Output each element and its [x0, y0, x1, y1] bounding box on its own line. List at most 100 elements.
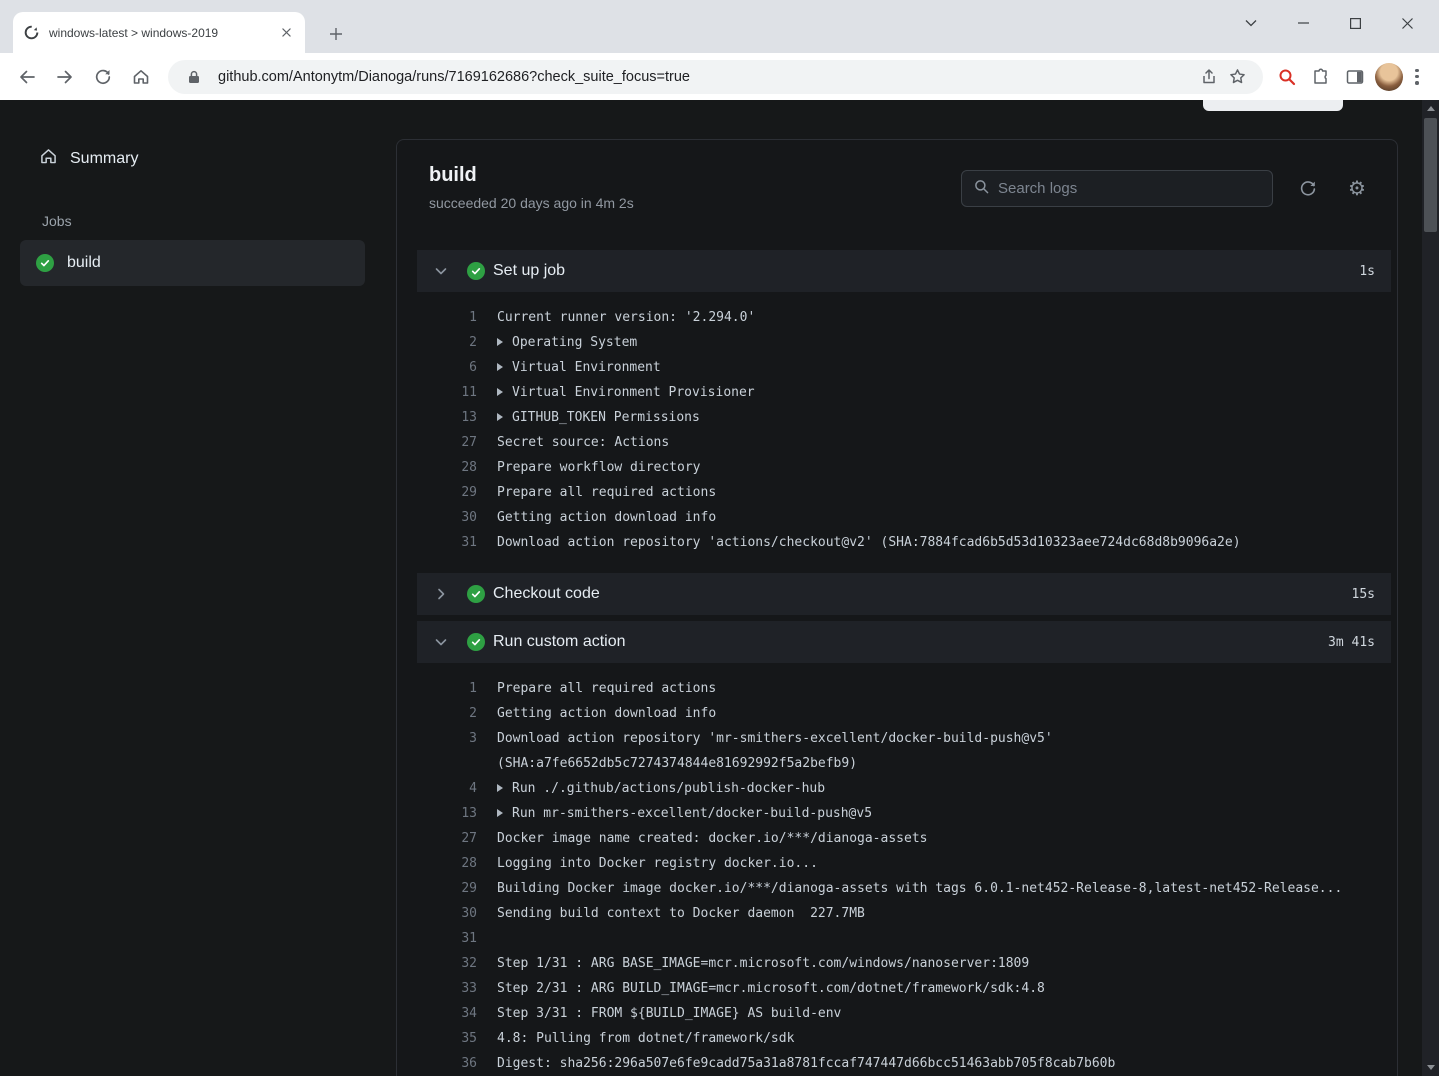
- expand-group-icon[interactable]: [497, 363, 503, 371]
- line-number[interactable]: 2: [417, 701, 477, 726]
- log-line: 30 Getting action download info: [417, 505, 1391, 530]
- line-text[interactable]: GITHUB_TOKEN Permissions: [497, 405, 700, 430]
- expand-group-icon[interactable]: [497, 809, 503, 817]
- line-number[interactable]: 31: [417, 926, 477, 951]
- browser-chrome: windows-latest > windows-2019 github.com…: [0, 0, 1439, 100]
- address-bar[interactable]: github.com/Antonytm/Dianoga/runs/7169162…: [168, 59, 1263, 94]
- line-number[interactable]: [417, 751, 477, 776]
- line-number[interactable]: 29: [417, 480, 477, 505]
- line-number[interactable]: 28: [417, 851, 477, 876]
- url-text[interactable]: github.com/Antonytm/Dianoga/runs/7169162…: [218, 69, 1195, 85]
- line-number[interactable]: 1: [417, 305, 477, 330]
- window-chevron-icon[interactable]: [1225, 0, 1277, 46]
- share-icon[interactable]: [1195, 63, 1223, 91]
- gear-settings-icon[interactable]: ⚙: [1344, 176, 1370, 202]
- puzzle-extensions-icon[interactable]: [1307, 63, 1335, 91]
- line-number[interactable]: 30: [417, 901, 477, 926]
- window-close-button[interactable]: [1381, 0, 1433, 46]
- section-title: Checkout code: [493, 585, 600, 602]
- line-text: Current runner version: '2.294.0': [497, 310, 756, 325]
- profile-avatar[interactable]: [1375, 62, 1403, 91]
- log-line: 35 4.8: Pulling from dotnet/framework/sdk: [417, 1026, 1391, 1051]
- browser-menu-icon[interactable]: [1415, 68, 1419, 85]
- line-number[interactable]: 1: [417, 676, 477, 701]
- line-number[interactable]: 31: [417, 530, 477, 555]
- actions-run-page: Summary Jobs build build succeeded 20 da…: [0, 100, 1439, 1076]
- home-button[interactable]: [122, 58, 160, 96]
- sidebar: Summary Jobs build: [0, 100, 396, 1076]
- expand-group-icon[interactable]: [497, 413, 503, 421]
- line-number[interactable]: 35: [417, 1026, 477, 1051]
- line-number[interactable]: 13: [417, 801, 477, 826]
- browser-tab[interactable]: windows-latest > windows-2019: [13, 12, 305, 53]
- line-number[interactable]: 27: [417, 826, 477, 851]
- expand-group-icon[interactable]: [497, 388, 503, 396]
- line-number[interactable]: 32: [417, 951, 477, 976]
- section-duration: 15s: [1351, 586, 1375, 602]
- line-number[interactable]: 34: [417, 1001, 477, 1026]
- line-text[interactable]: Run mr-smithers-excellent/docker-build-p…: [497, 801, 872, 826]
- lock-icon[interactable]: [180, 63, 208, 91]
- line-number[interactable]: 27: [417, 430, 477, 455]
- rerun-jobs-button-clipped[interactable]: [1203, 100, 1343, 111]
- reload-button[interactable]: [84, 58, 122, 96]
- log-line: 29 Prepare all required actions: [417, 480, 1391, 505]
- sidebar-job-build[interactable]: build: [20, 240, 365, 286]
- line-text: Download action repository 'actions/chec…: [497, 535, 1241, 550]
- line-text: Logging into Docker registry docker.io..…: [497, 856, 818, 871]
- success-check-icon: [467, 585, 485, 603]
- side-panel-icon[interactable]: [1341, 63, 1369, 91]
- bookmark-star-icon[interactable]: [1223, 63, 1251, 91]
- line-number[interactable]: 6: [417, 355, 477, 380]
- chevron-down-icon: [433, 263, 449, 279]
- line-text: 4.8: Pulling from dotnet/framework/sdk: [497, 1031, 795, 1046]
- line-number[interactable]: 29: [417, 876, 477, 901]
- log-line: 3 Download action repository 'mr-smithers…: [417, 726, 1391, 751]
- scrollbar-up-arrow[interactable]: [1422, 100, 1439, 117]
- line-number[interactable]: 28: [417, 455, 477, 480]
- search-logs-input[interactable]: [998, 180, 1260, 197]
- back-button[interactable]: [8, 58, 46, 96]
- line-text[interactable]: Operating System: [497, 330, 637, 355]
- log-line: 30 Sending build context to Docker daemon…: [417, 901, 1391, 926]
- log-section-header[interactable]: Checkout code 15s: [417, 573, 1391, 615]
- log-line: 27 Secret source: Actions: [417, 430, 1391, 455]
- line-number[interactable]: 11: [417, 380, 477, 405]
- window-maximize-button[interactable]: [1329, 0, 1381, 46]
- log-line: 4 Run ./.github/actions/publish-docker-hu…: [417, 776, 1391, 801]
- line-number[interactable]: 36: [417, 1051, 477, 1076]
- log-line: 36 Digest: sha256:296a507e6fe9cadd75a31a8…: [417, 1051, 1391, 1076]
- expand-group-icon[interactable]: [497, 338, 503, 346]
- success-check-icon: [467, 262, 485, 280]
- line-number[interactable]: 13: [417, 405, 477, 430]
- log-line: 2 Operating System: [417, 330, 1391, 355]
- sidebar-item-summary[interactable]: Summary: [40, 148, 138, 170]
- line-text: Prepare all required actions: [497, 485, 717, 500]
- line-text[interactable]: Virtual Environment: [497, 355, 661, 380]
- forward-button[interactable]: [46, 58, 84, 96]
- log-section-header[interactable]: Set up job 1s: [417, 250, 1391, 292]
- scrollbar-thumb[interactable]: [1424, 118, 1437, 232]
- window-minimize-button[interactable]: [1277, 0, 1329, 46]
- tab-close-icon[interactable]: [278, 24, 295, 41]
- page-scrollbar[interactable]: [1422, 100, 1439, 1076]
- log-sections: Set up job 1s 1 Current runner version: '2.…: [397, 250, 1397, 1076]
- line-number[interactable]: 4: [417, 776, 477, 801]
- expand-group-icon[interactable]: [497, 784, 503, 792]
- line-text[interactable]: Run ./.github/actions/publish-docker-hub: [497, 776, 825, 801]
- line-text: Step 3/31 : FROM ${BUILD_IMAGE} AS build…: [497, 1006, 842, 1021]
- success-check-icon: [467, 633, 485, 651]
- line-number[interactable]: 2: [417, 330, 477, 355]
- line-number[interactable]: 30: [417, 505, 477, 530]
- line-number[interactable]: 3: [417, 726, 477, 751]
- search-extension-icon[interactable]: [1273, 63, 1301, 91]
- section-duration: 3m 41s: [1328, 634, 1375, 650]
- line-text[interactable]: Virtual Environment Provisioner: [497, 380, 755, 405]
- scrollbar-down-arrow[interactable]: [1422, 1059, 1439, 1076]
- log-card: build succeeded 20 days ago in 4m 2s ⚙ S…: [396, 139, 1398, 1076]
- new-tab-button[interactable]: [322, 20, 350, 48]
- refresh-logs-button[interactable]: [1295, 176, 1321, 202]
- window-controls: [1225, 0, 1433, 46]
- line-number[interactable]: 33: [417, 976, 477, 1001]
- log-section-header[interactable]: Run custom action 3m 41s: [417, 621, 1391, 663]
